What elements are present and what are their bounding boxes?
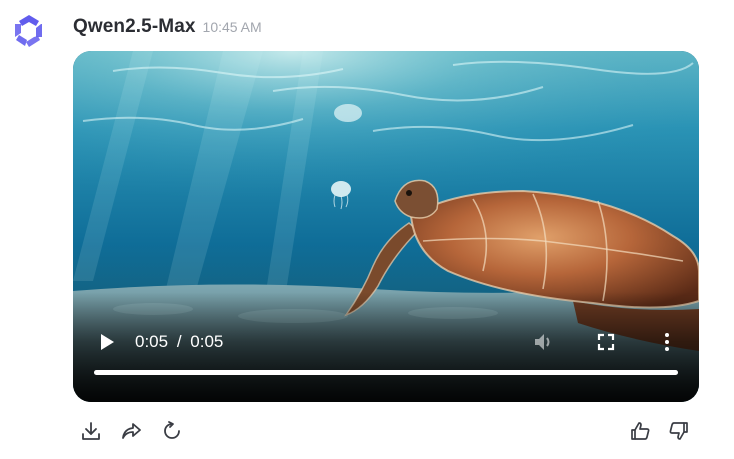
progress-fill — [94, 370, 678, 375]
dislike-button[interactable] — [668, 420, 690, 442]
share-icon — [122, 423, 141, 439]
fullscreen-button[interactable] — [595, 331, 617, 353]
volume-button[interactable] — [532, 331, 554, 353]
volume-icon — [535, 334, 550, 350]
download-icon — [82, 422, 100, 440]
regenerate-button[interactable] — [161, 420, 183, 442]
video-player[interactable]: 0:05 / 0:05 — [73, 51, 699, 402]
chat-message: Qwen2.5-Max 10:45 AM 0:05 / 0:05 — [0, 0, 734, 459]
avatar — [10, 12, 48, 50]
model-name: Qwen2.5-Max — [73, 16, 196, 37]
share-button[interactable] — [120, 420, 142, 442]
message-header: Qwen2.5-Max 10:45 AM — [73, 16, 262, 42]
thumbs-up-icon — [631, 422, 650, 440]
more-vertical-icon — [665, 333, 669, 351]
time-readout: 0:05 / 0:05 — [135, 332, 223, 352]
play-button[interactable] — [97, 332, 117, 352]
current-time: 0:05 — [135, 332, 169, 351]
qwen-logo-icon — [15, 15, 42, 47]
thumbs-down-icon — [669, 422, 688, 440]
message-timestamp: 10:45 AM — [202, 19, 262, 35]
duration: 0:05 — [190, 332, 224, 351]
download-button[interactable] — [80, 420, 102, 442]
time-separator: / — [176, 332, 182, 351]
play-icon — [101, 334, 114, 350]
regenerate-icon — [164, 421, 180, 439]
fullscreen-icon — [597, 333, 615, 351]
progress-bar[interactable] — [94, 370, 678, 375]
like-button[interactable] — [629, 420, 651, 442]
more-options-button[interactable] — [658, 331, 676, 353]
